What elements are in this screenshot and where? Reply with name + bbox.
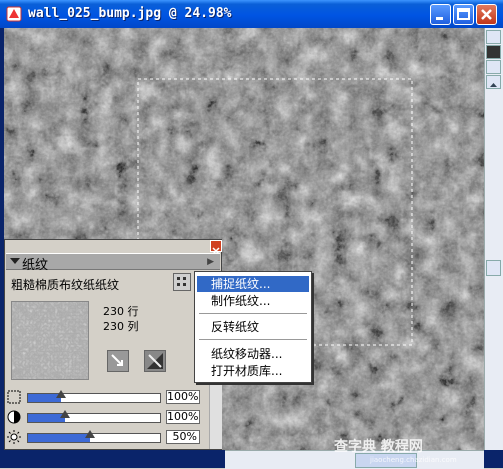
invert-icon: [145, 351, 165, 371]
watermark-text: 查字典 教程网: [334, 438, 423, 455]
paper-menu-button[interactable]: [173, 273, 191, 291]
vertical-scrollbar[interactable]: [484, 28, 503, 450]
menu-separator: [199, 339, 307, 340]
close-button[interactable]: [476, 4, 497, 25]
rows-count: 230 行: [103, 305, 139, 318]
minimize-button[interactable]: [430, 4, 451, 25]
menu-item-invert-paper[interactable]: 反转纸纹: [197, 319, 309, 335]
paper-mover-button[interactable]: [107, 350, 129, 372]
collapse-triangle-icon[interactable]: [10, 258, 20, 264]
watermark-url: jiaocheng.chazidian.com: [369, 456, 457, 464]
texture-arrow-icon: [108, 351, 128, 371]
scale-slider-row: 100%: [7, 390, 219, 404]
contrast-slider-thumb[interactable]: [59, 410, 70, 418]
scale-icon: [7, 390, 21, 404]
paper-name: 粗糙棉质布纹纸纸纹: [11, 278, 120, 292]
app-icon: [6, 6, 22, 22]
grid-icon: [177, 277, 186, 286]
menu-item-capture-paper[interactable]: 捕捉纸纹...: [197, 276, 309, 292]
scale-value[interactable]: 100%: [166, 390, 200, 404]
scroll-tool-1-icon[interactable]: [486, 30, 501, 44]
paper-context-menu: 捕捉纸纹... 制作纸纹... 反转纸纹 纸纹移动器... 打开材质库...: [194, 271, 312, 383]
brightness-slider-row: 50%: [7, 430, 219, 444]
brightness-slider[interactable]: [27, 430, 161, 443]
maximize-icon: [457, 8, 470, 20]
menu-separator: [199, 313, 307, 314]
window-title: wall_025_bump.jpg @ 24.98%: [28, 6, 232, 21]
maximize-button[interactable]: [453, 4, 474, 25]
paper-swatch: [11, 301, 89, 380]
scroll-thumb[interactable]: [486, 260, 501, 276]
scale-slider[interactable]: [27, 390, 161, 403]
brightness-value[interactable]: 50%: [166, 430, 200, 444]
paper-panel: 纸纹 ▶ 粗糙棉质布纹纸纸纹 230 行 230 列 100% 100% 50%: [4, 239, 222, 450]
panel-menu-arrow-icon[interactable]: ▶: [207, 257, 214, 267]
scale-slider-thumb[interactable]: [56, 390, 66, 398]
panel-close-button[interactable]: [210, 240, 222, 255]
contrast-icon: [7, 410, 21, 424]
paper-panel-header[interactable]: 纸纹 ▶: [6, 253, 220, 273]
watermark-logo: 查字典 教程网 jiaocheng.chazidian.com: [334, 438, 457, 464]
brightness-slider-thumb[interactable]: [85, 430, 96, 438]
scroll-tool-3-icon[interactable]: [486, 60, 501, 74]
brightness-slider-fill: [28, 434, 91, 442]
cols-count: 230 列: [103, 320, 139, 333]
contrast-slider[interactable]: [27, 410, 161, 423]
invert-paper-button[interactable]: [144, 350, 166, 372]
contrast-value[interactable]: 100%: [166, 410, 200, 424]
contrast-slider-row: 100%: [7, 410, 219, 424]
menu-item-make-paper[interactable]: 制作纸纹...: [197, 293, 309, 309]
menu-item-open-library[interactable]: 打开材质库...: [197, 363, 309, 379]
panel-title: 纸纹: [22, 258, 49, 273]
menu-item-paper-mover[interactable]: 纸纹移动器...: [197, 346, 309, 362]
scroll-tool-2-icon[interactable]: [486, 45, 501, 59]
image-window: wall_025_bump.jpg @ 24.98% 纸纹 ▶ 粗糙棉质布纹纸纸…: [0, 0, 503, 469]
scroll-up-icon[interactable]: [486, 75, 501, 89]
close-icon: [481, 9, 492, 20]
brightness-icon: [7, 430, 21, 444]
minimize-icon: [436, 17, 443, 20]
window-titlebar[interactable]: wall_025_bump.jpg @ 24.98%: [0, 0, 503, 28]
